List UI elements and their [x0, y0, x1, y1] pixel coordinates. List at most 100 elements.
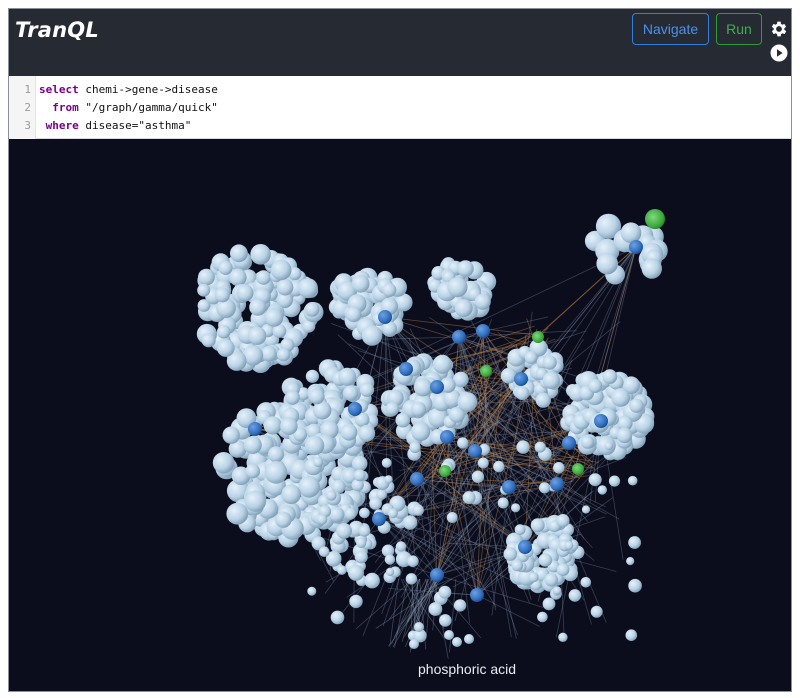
chemical-node[interactable]	[542, 371, 560, 389]
chemical-node[interactable]	[556, 514, 570, 528]
chemical-node[interactable]	[364, 572, 380, 589]
gene-node[interactable]	[248, 422, 262, 436]
chemical-node[interactable]	[405, 573, 418, 585]
chemical-node[interactable]	[477, 457, 489, 469]
chemical-node[interactable]	[343, 385, 359, 401]
chemical-node[interactable]	[385, 567, 395, 577]
chemical-node[interactable]	[361, 325, 383, 346]
chemical-node[interactable]	[330, 610, 345, 625]
chemical-node[interactable]	[542, 597, 556, 611]
chemical-node[interactable]	[454, 299, 473, 318]
chemical-node[interactable]	[351, 274, 370, 293]
chemical-node[interactable]	[305, 369, 319, 383]
chemical-node[interactable]	[316, 514, 328, 525]
chemical-node[interactable]	[281, 484, 302, 505]
chemical-node[interactable]	[385, 401, 400, 416]
chemical-node[interactable]	[313, 457, 323, 468]
chemical-node[interactable]	[412, 504, 424, 516]
chemical-node[interactable]	[356, 537, 367, 548]
chemical-node[interactable]	[358, 525, 371, 537]
chemical-node[interactable]	[497, 497, 509, 509]
gene-node[interactable]	[562, 436, 576, 450]
chemical-node[interactable]	[444, 630, 454, 640]
chemical-node[interactable]	[384, 554, 396, 565]
gene-node[interactable]	[470, 588, 484, 602]
chemical-node[interactable]	[344, 507, 357, 520]
chemical-node[interactable]	[641, 258, 662, 279]
chemical-node[interactable]	[369, 497, 382, 510]
chemical-node[interactable]	[263, 416, 282, 435]
chemical-node[interactable]	[226, 502, 249, 525]
gene-node[interactable]	[440, 430, 454, 444]
chemical-node[interactable]	[528, 572, 539, 583]
gene-node[interactable]	[502, 480, 516, 494]
chemical-node[interactable]	[411, 421, 431, 442]
chemical-node[interactable]	[514, 524, 526, 535]
disease-node[interactable]	[480, 365, 492, 377]
chemical-node[interactable]	[297, 278, 318, 299]
chemical-node[interactable]	[538, 553, 553, 567]
chemical-node[interactable]	[276, 347, 291, 362]
chemical-node[interactable]	[358, 424, 376, 442]
chemical-node[interactable]	[628, 536, 641, 549]
chemical-node[interactable]	[267, 446, 285, 463]
chemical-node[interactable]	[395, 541, 407, 552]
chemical-node[interactable]	[535, 392, 551, 408]
chemical-node[interactable]	[264, 308, 284, 327]
chemical-node[interactable]	[602, 369, 618, 384]
chemical-node[interactable]	[580, 435, 595, 449]
chemical-node[interactable]	[452, 637, 462, 647]
chemical-node[interactable]	[558, 632, 568, 642]
chemical-node[interactable]	[511, 503, 521, 513]
chemical-node[interactable]	[457, 260, 474, 277]
chemical-node[interactable]	[503, 547, 518, 561]
chemical-node[interactable]	[382, 283, 397, 297]
chemical-node[interactable]	[348, 564, 364, 581]
chemical-node[interactable]	[319, 546, 330, 557]
chemical-node[interactable]	[500, 367, 517, 384]
gene-node[interactable]	[348, 402, 362, 416]
chemical-node[interactable]	[336, 523, 352, 539]
gene-node[interactable]	[410, 472, 424, 486]
chemical-node[interactable]	[308, 388, 325, 405]
chemical-node[interactable]	[453, 599, 467, 612]
chemical-node[interactable]	[620, 222, 642, 244]
chemical-node[interactable]	[414, 622, 424, 632]
chemical-node[interactable]	[544, 573, 559, 587]
gene-node[interactable]	[476, 324, 490, 338]
gene-node[interactable]	[594, 414, 608, 428]
chemical-node[interactable]	[264, 461, 288, 484]
query-editor[interactable]: 1 select chemi->gene->disease 2 from "/gra…	[9, 76, 791, 139]
chemical-node[interactable]	[413, 378, 433, 397]
chemical-node[interactable]	[511, 559, 524, 572]
chemical-node[interactable]	[553, 462, 565, 474]
chemical-node[interactable]	[568, 589, 582, 602]
chemical-node[interactable]	[256, 270, 271, 285]
chemical-node[interactable]	[353, 469, 366, 482]
chemical-node[interactable]	[197, 283, 211, 297]
play-icon[interactable]	[770, 44, 788, 62]
knowledge-graph-canvas[interactable]	[9, 139, 791, 691]
gear-icon[interactable]	[769, 19, 789, 39]
chemical-node[interactable]	[625, 629, 638, 641]
chemical-node[interactable]	[597, 485, 607, 495]
chemical-node[interactable]	[471, 470, 485, 483]
chemical-node[interactable]	[439, 614, 452, 627]
chemical-node[interactable]	[212, 452, 235, 474]
chemical-node[interactable]	[409, 441, 421, 453]
chemical-node[interactable]	[608, 475, 621, 487]
chemical-node[interactable]	[304, 435, 325, 456]
chemical-node[interactable]	[553, 586, 562, 595]
chemical-node[interactable]	[249, 298, 267, 316]
gene-node[interactable]	[514, 372, 528, 386]
chemical-node[interactable]	[329, 506, 345, 523]
chemical-node[interactable]	[298, 476, 321, 498]
chemical-node[interactable]	[539, 482, 551, 494]
chemical-node[interactable]	[276, 278, 294, 296]
chemical-node[interactable]	[395, 412, 411, 428]
chemical-node[interactable]	[230, 244, 248, 263]
chemical-node[interactable]	[236, 284, 254, 302]
chemical-node[interactable]	[244, 490, 267, 512]
chemical-node[interactable]	[432, 354, 452, 374]
chemical-node[interactable]	[384, 475, 393, 484]
